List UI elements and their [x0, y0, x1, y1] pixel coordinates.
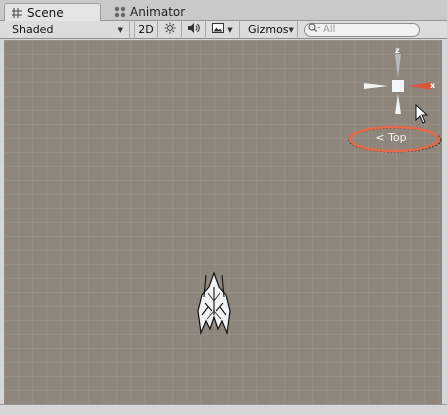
shading-mode-dropdown[interactable]: Shaded ▼	[0, 20, 130, 39]
image-icon	[212, 23, 225, 36]
view-orientation-label[interactable]: < Top	[350, 131, 432, 144]
neg-x-axis-cone[interactable]	[364, 83, 388, 89]
chevron-down-icon: ▼	[117, 25, 123, 34]
effects-dropdown[interactable]: ▼	[206, 20, 240, 39]
mouse-cursor-icon	[415, 104, 429, 124]
status-strip	[0, 404, 447, 415]
speaker-icon	[187, 22, 201, 37]
tab-animator-label: Animator	[130, 5, 186, 19]
scene-view[interactable]: z x < Top	[4, 40, 442, 404]
shading-mode-label: Shaded	[12, 23, 54, 36]
view-label-text: Top	[388, 131, 407, 144]
neg-z-axis-cone[interactable]	[395, 94, 401, 114]
lighting-toggle-button[interactable]	[158, 20, 182, 39]
audio-toggle-button[interactable]	[182, 20, 206, 39]
character-sprite[interactable]	[192, 267, 236, 339]
gizmos-label: Gizmos	[248, 23, 289, 36]
scene-toolbar: Shaded ▼ 2D ▼ Gizmos ▼	[0, 20, 447, 39]
tab-animator[interactable]: Animator	[108, 3, 198, 21]
search-input[interactable]	[323, 23, 411, 36]
grid-icon	[11, 7, 23, 19]
2d-mode-label: 2D	[138, 23, 154, 36]
x-axis-label: x	[430, 81, 436, 90]
z-axis-cone[interactable]	[395, 54, 401, 78]
search-icon	[308, 23, 320, 36]
search-box[interactable]	[304, 22, 420, 37]
2d-mode-button[interactable]: 2D	[134, 20, 158, 39]
chevron-down-icon: ▼	[227, 25, 233, 34]
tab-bar: Scene Animator	[0, 0, 447, 21]
animator-icon	[114, 6, 126, 18]
center-cube[interactable]	[392, 80, 404, 92]
z-axis-label: z	[395, 46, 400, 55]
x-axis-cone[interactable]	[408, 82, 432, 90]
tab-scene[interactable]: Scene	[4, 3, 101, 21]
sun-icon	[164, 22, 176, 37]
chevron-down-icon: ▼	[288, 25, 294, 34]
gizmos-dropdown[interactable]: Gizmos ▼	[242, 20, 298, 39]
tab-scene-label: Scene	[27, 5, 64, 20]
chevron-left-icon: <	[375, 131, 385, 144]
